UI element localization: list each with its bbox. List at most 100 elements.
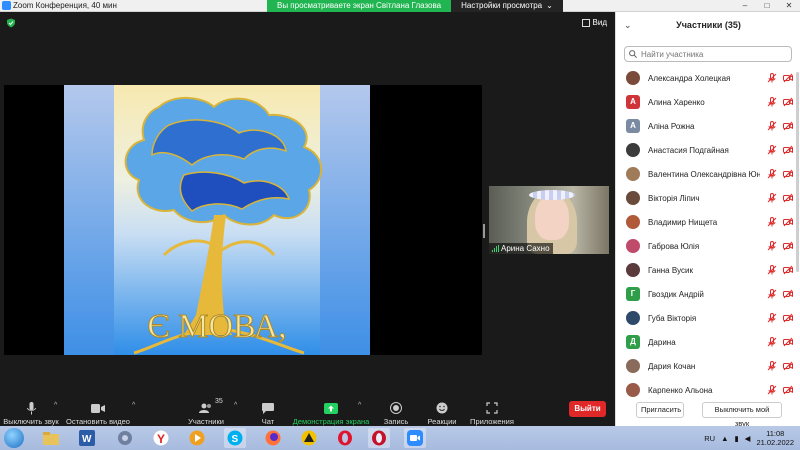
view-button[interactable]: Вид xyxy=(581,18,607,27)
mute-me-button[interactable]: Выключить мой звук xyxy=(702,402,782,428)
video-off-icon[interactable] xyxy=(783,193,793,203)
video-off-icon[interactable] xyxy=(783,289,793,299)
participant-thumbnail[interactable]: Арина Сахно xyxy=(489,186,609,254)
share-screen-button[interactable]: Демонстрация экрана xyxy=(293,398,369,426)
participant-row[interactable]: А Алина Харенко xyxy=(616,90,800,114)
video-off-icon[interactable] xyxy=(783,121,793,131)
skype-icon[interactable]: S xyxy=(224,428,246,448)
participant-row[interactable]: Вікторія Ліпич xyxy=(616,186,800,210)
participant-row[interactable]: Габрова Юлія xyxy=(616,234,800,258)
participant-row[interactable]: Валентина Олександрівна Юн... xyxy=(616,162,800,186)
muted-microphone-icon[interactable] xyxy=(767,337,777,347)
media-player-icon[interactable] xyxy=(186,428,208,448)
participant-row[interactable]: Ганна Вусик xyxy=(616,258,800,282)
stop-video-button[interactable]: Остановить видео xyxy=(66,398,130,426)
chat-button[interactable]: Чат xyxy=(258,398,278,426)
muted-microphone-icon[interactable] xyxy=(767,145,777,155)
muted-microphone-icon[interactable] xyxy=(767,73,777,83)
avatar: Г xyxy=(626,287,640,301)
thumbnail-name: Арина Сахно xyxy=(501,244,550,253)
participant-name: Дарина xyxy=(648,337,676,347)
file-explorer-icon[interactable] xyxy=(40,428,62,448)
mute-button[interactable]: Выключить звук xyxy=(3,398,59,426)
settings-gear-icon[interactable] xyxy=(114,428,136,448)
close-button[interactable]: ✕ xyxy=(778,0,800,12)
video-off-icon[interactable] xyxy=(783,97,793,107)
triangle-app-icon[interactable] xyxy=(298,428,320,448)
muted-microphone-icon[interactable] xyxy=(767,313,777,323)
participant-row[interactable]: Карпенко Альона xyxy=(616,378,800,398)
tray-chevron-icon[interactable]: ▲ xyxy=(721,434,728,443)
smiley-icon xyxy=(435,401,449,415)
participant-search-box[interactable] xyxy=(624,46,792,62)
panel-header: ⌄ Участники (35) xyxy=(616,12,800,40)
video-off-icon[interactable] xyxy=(783,73,793,83)
muted-microphone-icon[interactable] xyxy=(767,289,777,299)
participant-row[interactable]: Г Гвоздик Андрій xyxy=(616,282,800,306)
record-icon xyxy=(389,401,403,415)
share-screen-label: Демонстрация экрана xyxy=(292,417,370,426)
participant-list-scrollbar[interactable] xyxy=(796,72,799,272)
participant-row[interactable]: Владимир Нищета xyxy=(616,210,800,234)
yandex-browser-icon[interactable]: Y xyxy=(150,428,172,448)
participant-row[interactable]: Александра Холецкая xyxy=(616,66,800,90)
view-options-button[interactable]: Настройки просмотра ⌄ xyxy=(451,0,563,12)
window-title: Zoom Конференция, 40 мин xyxy=(13,1,117,10)
participants-panel: ⌄ Участники (35) Александра Холецкая А Али… xyxy=(615,12,800,428)
video-off-icon[interactable] xyxy=(783,385,793,395)
muted-microphone-icon[interactable] xyxy=(767,385,777,395)
video-off-icon[interactable] xyxy=(783,145,793,155)
video-off-icon[interactable] xyxy=(783,313,793,323)
reactions-button[interactable]: Реакции xyxy=(427,398,457,426)
muted-microphone-icon[interactable] xyxy=(767,217,777,227)
participants-count: 35 xyxy=(215,398,223,405)
participants-label: Участники xyxy=(188,417,224,426)
video-options-chevron-icon[interactable]: ^ xyxy=(132,402,135,409)
muted-microphone-icon[interactable] xyxy=(767,361,777,371)
muted-microphone-icon[interactable] xyxy=(767,193,777,203)
avatar xyxy=(626,167,640,181)
muted-microphone-icon[interactable] xyxy=(767,121,777,131)
maximize-button[interactable]: □ xyxy=(756,0,778,12)
participant-row[interactable]: Губа Вікторія xyxy=(616,306,800,330)
participants-options-chevron-icon[interactable]: ^ xyxy=(234,402,237,409)
record-button[interactable]: Запись xyxy=(384,398,408,426)
participant-row[interactable]: Анастасия Подгайная xyxy=(616,138,800,162)
opera-icon[interactable] xyxy=(334,428,356,448)
avatar xyxy=(626,191,640,205)
start-button[interactable] xyxy=(4,428,24,448)
share-banner: Вы просматриваете экран Світлана Глазова… xyxy=(267,0,563,12)
participant-row[interactable]: Дария Кочан xyxy=(616,354,800,378)
opera-gx-icon[interactable] xyxy=(368,428,390,448)
muted-microphone-icon[interactable] xyxy=(767,241,777,251)
video-off-icon[interactable] xyxy=(783,169,793,179)
clock[interactable]: 11:08 21.02.2022 xyxy=(756,429,794,447)
shield-icon[interactable] xyxy=(6,18,16,28)
minimize-button[interactable]: – xyxy=(734,0,756,12)
zoom-app-icon[interactable] xyxy=(404,428,426,448)
apps-label: Приложения xyxy=(470,417,514,426)
video-off-icon[interactable] xyxy=(783,241,793,251)
network-icon[interactable]: ▮ xyxy=(735,434,739,443)
participant-row[interactable]: А Аліна Рожна xyxy=(616,114,800,138)
leave-button[interactable]: Выйти xyxy=(569,401,606,417)
video-off-icon[interactable] xyxy=(783,217,793,227)
apps-button[interactable]: Приложения xyxy=(470,398,514,426)
participant-name: Анастасия Подгайная xyxy=(648,145,729,155)
word-icon[interactable]: W xyxy=(76,428,98,448)
volume-icon[interactable]: ◀ xyxy=(745,434,751,443)
muted-microphone-icon[interactable] xyxy=(767,265,777,275)
language-indicator[interactable]: RU xyxy=(704,434,715,443)
participant-search-input[interactable] xyxy=(641,49,781,59)
video-off-icon[interactable] xyxy=(783,337,793,347)
invite-button[interactable]: Пригласить xyxy=(636,402,684,418)
video-off-icon[interactable] xyxy=(783,265,793,275)
splitter-handle[interactable] xyxy=(483,224,485,238)
muted-microphone-icon[interactable] xyxy=(767,97,777,107)
video-off-icon[interactable] xyxy=(783,361,793,371)
muted-microphone-icon[interactable] xyxy=(767,169,777,179)
firefox-icon[interactable] xyxy=(262,428,284,448)
mute-options-chevron-icon[interactable]: ^ xyxy=(54,402,57,409)
participant-row[interactable]: Д Дарина xyxy=(616,330,800,354)
share-options-chevron-icon[interactable]: ^ xyxy=(358,402,361,409)
